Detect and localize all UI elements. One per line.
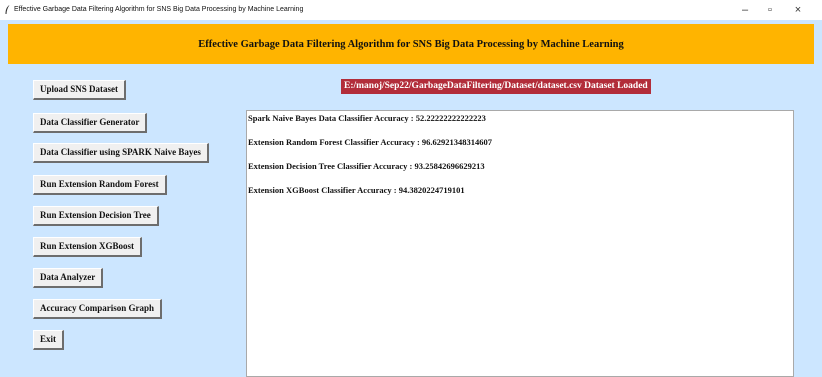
output-line: Spark Naive Bayes Data Classifier Accura…	[248, 113, 486, 123]
app-client-area: Effective Garbage Data Filtering Algorit…	[0, 20, 822, 377]
accuracy-graph-button[interactable]: Accuracy Comparison Graph	[33, 299, 162, 319]
upload-dataset-button[interactable]: Upload SNS Dataset	[33, 80, 127, 100]
app-heading: Effective Garbage Data Filtering Algorit…	[198, 38, 624, 50]
window-titlebar[interactable]: Effective Garbage Data Filtering Algorit…	[0, 0, 822, 20]
output-textarea[interactable]: Spark Naive Bayes Data Classifier Accura…	[246, 110, 794, 377]
feather-icon	[5, 5, 10, 14]
decision-tree-button[interactable]: Run Extension Decision Tree	[33, 206, 159, 226]
maximize-button[interactable]: ▫	[758, 2, 782, 18]
window-title: Effective Garbage Data Filtering Algorit…	[14, 6, 304, 13]
output-line: Extension Random Forest Classifier Accur…	[248, 137, 493, 147]
header-banner: Effective Garbage Data Filtering Algorit…	[8, 24, 814, 64]
xgboost-button[interactable]: Run Extension XGBoost	[33, 237, 143, 257]
data-classifier-generator-button[interactable]: Data Classifier Generator	[33, 113, 148, 133]
dataset-status-label: E:/manoj/Sep22/GarbageDataFiltering/Data…	[341, 79, 651, 94]
data-analyzer-button[interactable]: Data Analyzer	[33, 268, 104, 288]
exit-button[interactable]: Exit	[33, 330, 65, 350]
output-line: Extension XGBoost Classifier Accuracy : …	[248, 185, 465, 195]
spark-naive-bayes-button[interactable]: Data Classifier using SPARK Naive Bayes	[33, 143, 209, 163]
output-line: Extension Decision Tree Classifier Accur…	[248, 161, 485, 171]
random-forest-button[interactable]: Run Extension Random Forest	[33, 175, 167, 195]
minimize-button[interactable]: –	[733, 2, 757, 18]
close-button[interactable]: ×	[786, 2, 810, 18]
